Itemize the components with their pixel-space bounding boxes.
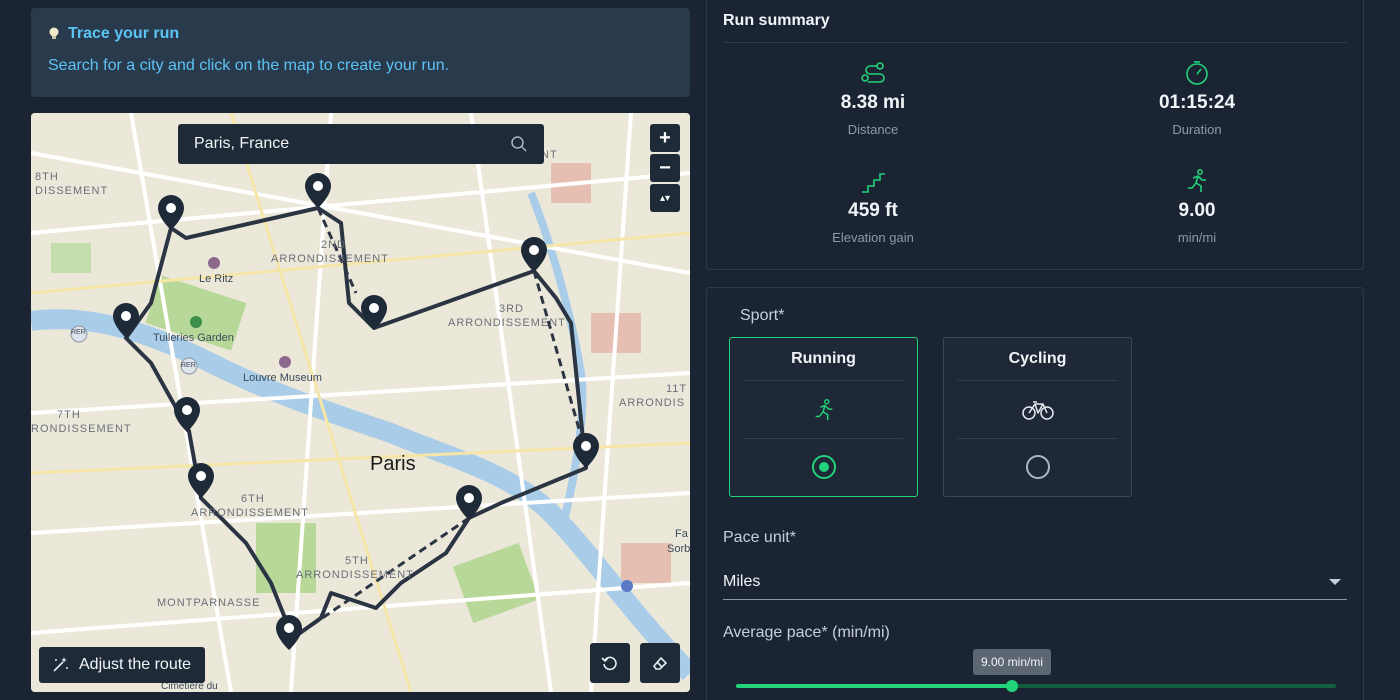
zoom-control: + − ▴▾	[650, 124, 680, 212]
run-summary-panel: Run summary 8.38 mi Distance 01:15:24 Du…	[706, 0, 1364, 270]
map-poi-rer-2: RER	[181, 362, 196, 369]
duration-label: Duration	[1172, 122, 1222, 137]
info-text: Search for a city and click on the map t…	[48, 57, 450, 74]
map-label-8th: 8TH	[35, 171, 59, 183]
stat-pace: 9.00 min/mi	[1047, 168, 1347, 245]
map-label-montparnasse: MONTPARNASSE	[157, 597, 261, 609]
eraser-icon	[652, 656, 668, 670]
map-label-8th-b: DISSEMENT	[35, 185, 109, 197]
stat-elevation: 459 ft Elevation gain	[723, 168, 1023, 245]
average-pace-tooltip: 9.00 min/mi	[973, 649, 1051, 675]
map-canvas[interactable]	[31, 113, 690, 692]
lightbulb-icon	[49, 27, 59, 39]
map-label-6th: 6TH	[241, 493, 265, 505]
runner-icon	[1188, 169, 1206, 192]
map-label-2nd: 2ND	[321, 239, 347, 251]
elevation-label: Elevation gain	[832, 230, 914, 245]
undo-icon	[601, 656, 617, 671]
map-label-3rd: 3RD	[499, 303, 525, 315]
sport-label: Sport*	[740, 307, 785, 324]
zoom-out-button[interactable]: −	[650, 154, 680, 182]
duration-value: 01:15:24	[1158, 92, 1236, 113]
map-label-5th-b: ARRONDISSEMENT	[296, 569, 414, 581]
magic-wand-icon	[53, 657, 68, 672]
map-label-11th: 11T	[666, 383, 688, 395]
map-label-6th-b: ARRONDISSEMENT	[191, 507, 309, 519]
distance-value: 8.38 mi	[840, 92, 906, 113]
pace-unit-select[interactable]: Miles	[723, 564, 1347, 600]
map[interactable]: 8TH DISSEMENT 2ND ARRONDISSEMENT 3RD ARR…	[31, 113, 690, 692]
pace-unit-label: Pace unit*	[723, 529, 796, 546]
map-label-7th: 7TH	[57, 409, 81, 421]
adjust-route-button[interactable]: Adjust the route	[39, 647, 206, 683]
clear-route-button[interactable]	[640, 643, 680, 683]
stairs-icon	[862, 173, 885, 193]
compass-button[interactable]: ▴▾	[650, 184, 680, 212]
chevron-down-icon	[1329, 578, 1341, 585]
sport-option-name: Running	[744, 338, 903, 381]
bicycle-icon	[1021, 400, 1054, 420]
runner-icon	[815, 398, 832, 420]
map-label-11th-b: ARRONDIS	[619, 397, 686, 409]
average-pace-fill	[736, 684, 1012, 688]
map-poi-rer-1: RER	[71, 329, 86, 336]
stat-distance: 8.38 mi Distance	[723, 60, 1023, 137]
map-search-input[interactable]: Paris, France	[178, 124, 544, 164]
sport-radio-running[interactable]	[811, 455, 836, 479]
map-poi-le-ritz: Le Ritz	[199, 273, 234, 285]
map-label-3rd-b: ARRONDISSEMENT	[448, 317, 566, 329]
undo-button[interactable]	[590, 643, 630, 683]
map-label-7th-b: RONDISSEMENT	[31, 423, 132, 435]
map-search-value: Paris, France	[194, 135, 290, 152]
stopwatch-icon	[1186, 61, 1208, 85]
distance-label: Distance	[847, 122, 899, 137]
pace-label: min/mi	[1177, 230, 1217, 245]
map-label-2nd-b: ARRONDISSEMENT	[271, 253, 389, 265]
map-poi-fa: Fa	[675, 528, 688, 540]
map-poi-sorb: Sorb	[667, 543, 690, 555]
sport-radio-cycling[interactable]	[1025, 455, 1050, 479]
pace-value: 9.00	[1178, 200, 1216, 221]
route-icon	[861, 62, 885, 83]
run-settings-form: Sport* Running Cycling Pace unit* Miles …	[706, 287, 1364, 700]
run-summary-title: Run summary	[723, 0, 1347, 43]
elevation-value: 459 ft	[848, 200, 898, 221]
pace-unit-value: Miles	[723, 572, 761, 590]
info-box: Trace your run Search for a city and cli…	[31, 8, 690, 97]
map-poi-louvre: Louvre Museum	[243, 372, 322, 384]
average-pace-slider-thumb[interactable]	[1006, 680, 1018, 692]
info-title-text: Trace your run	[68, 25, 180, 42]
map-poi-tuileries: Tuileries Garden	[153, 332, 234, 344]
sport-option-running[interactable]: Running	[729, 337, 918, 497]
search-icon[interactable]	[510, 135, 528, 153]
info-title: Trace your run	[48, 25, 673, 43]
adjust-route-label: Adjust the route	[79, 656, 192, 673]
average-pace-label: Average pace* (min/mi)	[723, 624, 890, 641]
zoom-in-button[interactable]: +	[650, 124, 680, 152]
map-city-label: Paris	[370, 453, 416, 475]
sport-option-name: Cycling	[958, 338, 1117, 381]
map-label-5th: 5TH	[345, 555, 369, 567]
sport-option-cycling[interactable]: Cycling	[943, 337, 1132, 497]
stat-duration: 01:15:24 Duration	[1047, 60, 1347, 137]
